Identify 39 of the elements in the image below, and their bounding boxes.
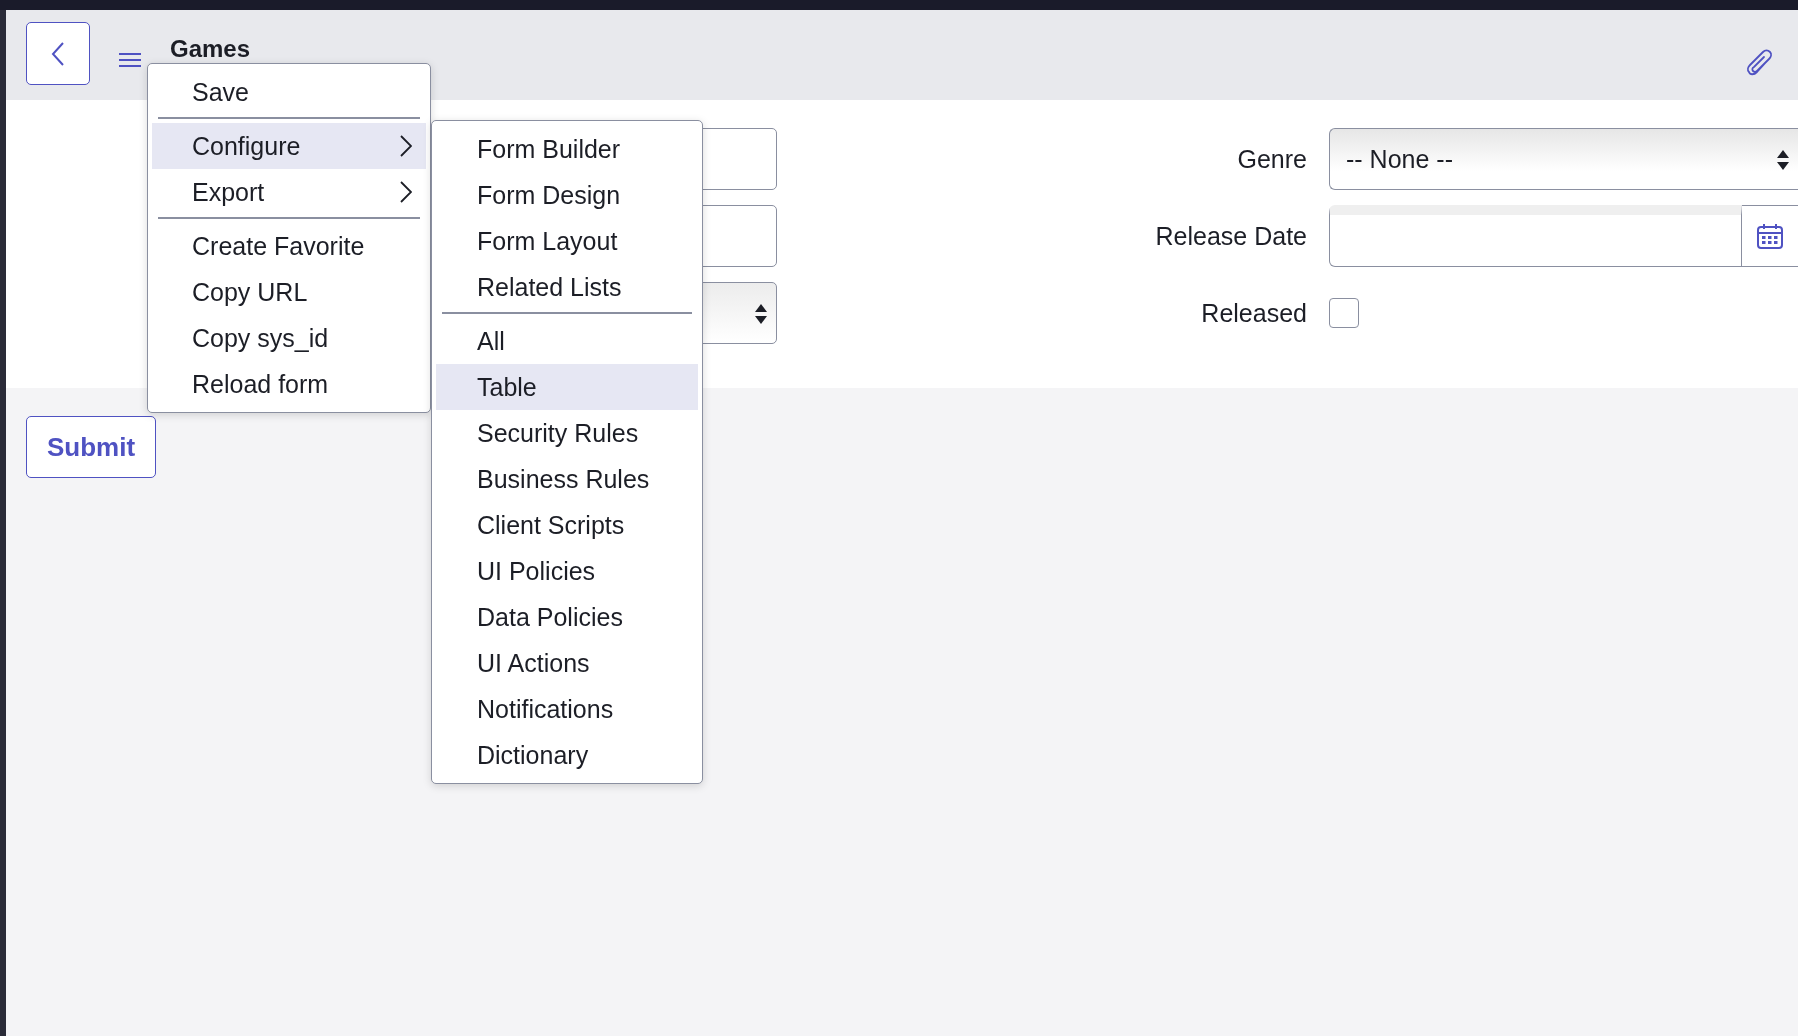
menu-item[interactable]: UI Policies [436,548,698,594]
menu-item[interactable]: Form Design [436,172,698,218]
menu-item[interactable]: Related Lists [436,264,698,310]
menu-item[interactable]: Client Scripts [436,502,698,548]
chevron-right-icon [400,181,412,203]
field-label: Released [1200,298,1307,329]
field-label: Genre [1236,144,1307,175]
back-button[interactable] [26,22,90,85]
chevron-left-icon [51,40,65,67]
menu-item[interactable]: All [436,318,698,364]
menu-item[interactable]: Security Rules [436,410,698,456]
select-arrows-icon [754,302,768,326]
menu-item[interactable]: Copy URL [152,269,426,315]
menu-item[interactable]: Export [152,169,426,215]
calendar-button[interactable] [1742,205,1798,267]
select-arrows-icon [1776,148,1790,172]
menu-item[interactable]: UI Actions [436,640,698,686]
menu-item[interactable]: Save [152,69,426,115]
menu-item[interactable]: Business Rules [436,456,698,502]
paperclip-icon[interactable] [1746,48,1774,78]
released-checkbox[interactable] [1329,298,1359,328]
field-label: Release Date [1154,221,1307,252]
menu-item[interactable]: Form Builder [436,126,698,172]
menu-item[interactable]: Configure [152,123,426,169]
submit-button[interactable]: Submit [26,416,157,478]
menu-item[interactable]: Form Layout [436,218,698,264]
date-field[interactable] [1329,205,1742,267]
menu-item[interactable]: Create Favorite [152,223,426,269]
chevron-right-icon [400,135,412,157]
menu-item[interactable]: Reload form [152,361,426,407]
menu-item[interactable]: Data Policies [436,594,698,640]
menu-item[interactable]: Copy sys_id [152,315,426,361]
menu-item[interactable]: Table [436,364,698,410]
menu-icon[interactable] [118,52,142,68]
genre-select[interactable]: -- None -- [1329,128,1798,190]
menu-item[interactable]: Notifications [436,686,698,732]
calendar-icon [1756,222,1784,250]
record-title: Games [170,35,251,63]
menu-item[interactable]: Dictionary [436,732,698,778]
